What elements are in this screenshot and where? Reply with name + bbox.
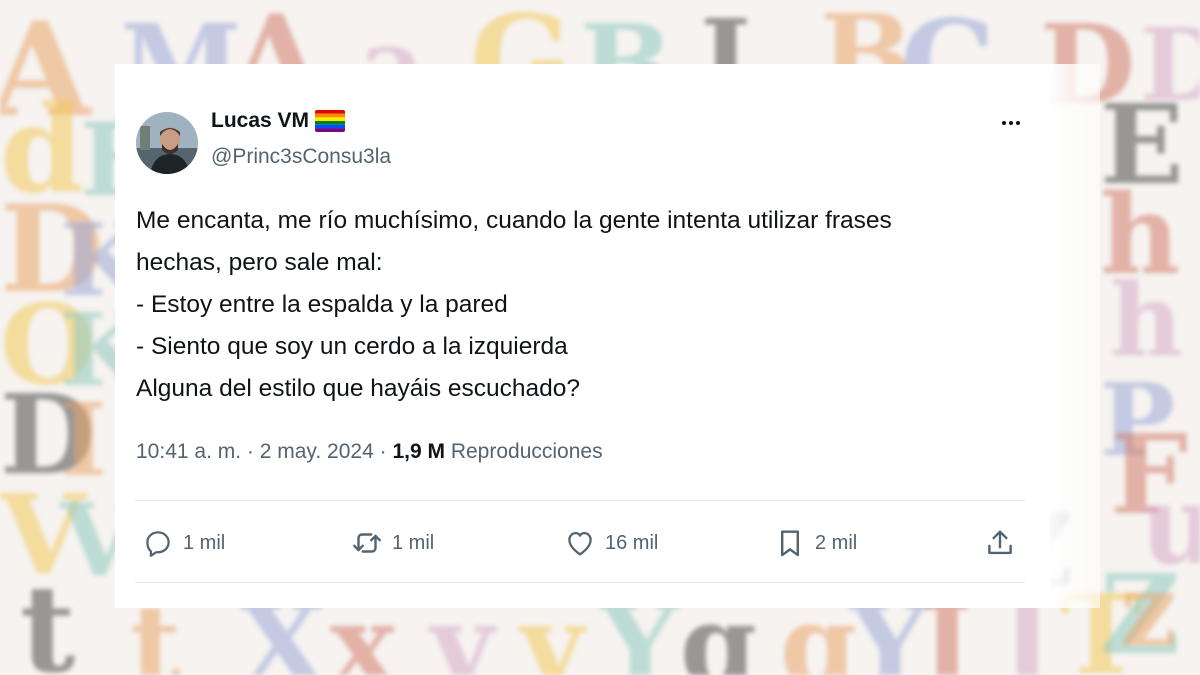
reply-count: 1 mil xyxy=(183,531,226,554)
background-letter: z xyxy=(1120,551,1177,669)
tweet-time[interactable]: 10:41 a. m. xyxy=(136,440,241,463)
heart-icon xyxy=(568,531,592,556)
divider xyxy=(135,500,1025,501)
avatar[interactable] xyxy=(136,112,198,174)
divider xyxy=(135,582,1025,583)
rainbow-flag-icon xyxy=(315,110,346,132)
reply-button[interactable]: 1 mil xyxy=(141,522,225,564)
tweet-text-line: - Estoy entre la espalda y la pared xyxy=(136,291,508,318)
retweet-icon xyxy=(353,533,381,553)
tweet-text-line: - Siento que soy un cerdo a la izquierda xyxy=(136,333,568,360)
tweet-text-line: hechas, pero sale mal: xyxy=(136,249,383,276)
author-handle[interactable]: @Princ3sConsu3la xyxy=(211,145,391,169)
bookmark-icon xyxy=(781,530,799,557)
like-button[interactable]: 16 mil xyxy=(563,522,658,564)
more-horizontal-icon xyxy=(1002,121,1006,125)
more-horizontal-icon xyxy=(1009,121,1013,125)
like-count: 16 mil xyxy=(605,531,659,554)
author-row: Lucas VM xyxy=(211,109,346,133)
share-icon xyxy=(988,530,1012,555)
views-count: 1,9 M xyxy=(392,440,445,463)
tweet-text: Me encanta, me río muchísimo, cuando la … xyxy=(136,200,1016,410)
share-button[interactable] xyxy=(983,522,1017,564)
profile-photo-icon xyxy=(136,112,198,174)
retweet-button[interactable]: 1 mil xyxy=(350,522,434,564)
views-label: Reproducciones xyxy=(450,440,603,463)
separator: · xyxy=(379,440,387,463)
tweet-meta: 10:41 a. m. · 2 may. 2024 · 1,9 M Reprod… xyxy=(136,440,603,464)
action-bar: 1 mil 1 mil 16 mil 2 mil xyxy=(135,522,1025,564)
separator: · xyxy=(246,440,254,463)
more-horizontal-icon xyxy=(1016,121,1020,125)
reply-icon xyxy=(146,531,170,557)
card-edge-fade xyxy=(1050,64,1100,608)
tweet-text-line: Alguna del estilo que hayáis escuchado? xyxy=(136,375,581,402)
author-name[interactable]: Lucas VM xyxy=(211,109,309,133)
bookmark-count: 2 mil xyxy=(815,531,858,554)
background-letter: t xyxy=(20,559,76,675)
tweet-text-line: Me encanta, me río muchísimo, cuando la … xyxy=(136,207,892,234)
bookmark-button[interactable]: 2 mil xyxy=(773,522,857,564)
background-letter: h xyxy=(1110,261,1183,379)
retweet-count: 1 mil xyxy=(392,531,435,554)
more-options-button[interactable] xyxy=(996,110,1026,136)
tweet-date[interactable]: 2 may. 2024 xyxy=(260,440,374,463)
